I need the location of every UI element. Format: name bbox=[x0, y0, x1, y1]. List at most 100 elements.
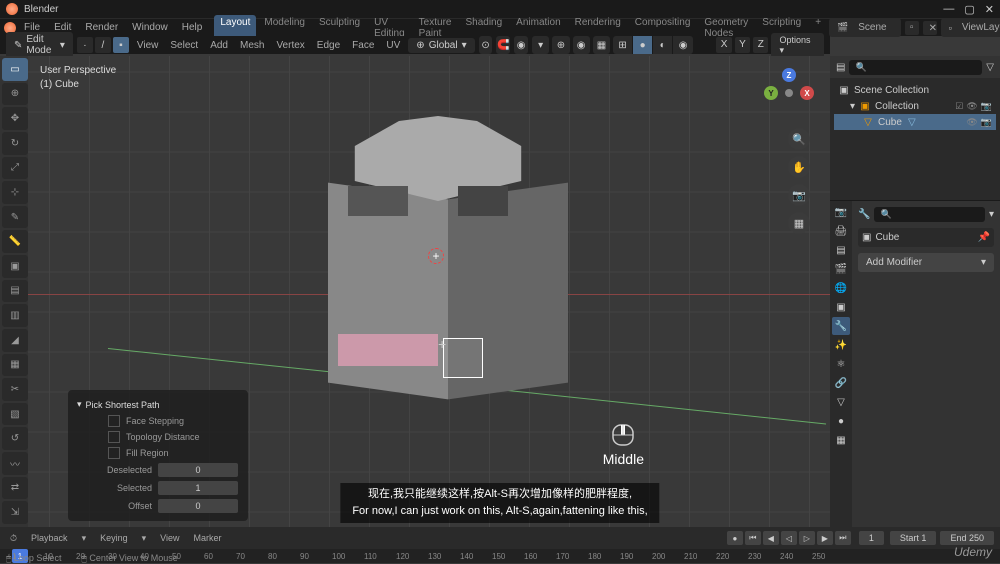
tool-inset[interactable]: ▥ bbox=[2, 304, 28, 327]
tool-spin[interactable]: ↺ bbox=[2, 427, 28, 450]
camera-icon[interactable]: 📷 bbox=[788, 184, 810, 206]
menu-render[interactable]: Render bbox=[79, 20, 124, 35]
coll-hide-icon[interactable]: 👁 bbox=[966, 101, 977, 112]
tl-view[interactable]: View bbox=[156, 531, 183, 545]
proptab-texture[interactable]: ▦ bbox=[832, 431, 850, 449]
xyz-x[interactable]: X bbox=[716, 37, 731, 53]
menu-help[interactable]: Help bbox=[176, 20, 209, 35]
tool-smooth[interactable]: 〰 bbox=[2, 452, 28, 475]
tool-cursor[interactable]: ⊕ bbox=[2, 83, 28, 106]
gizmo-x-icon[interactable]: X bbox=[800, 86, 814, 100]
solid-shading[interactable]: ● bbox=[633, 36, 653, 54]
cube-hide-icon[interactable]: 👁 bbox=[966, 117, 977, 128]
outliner-filter-icon[interactable]: ▽ bbox=[986, 62, 994, 73]
proptab-particle[interactable]: ✨ bbox=[832, 336, 850, 354]
props-editor-icon[interactable]: 🔧 bbox=[858, 209, 870, 220]
vertex-select-mode[interactable]: · bbox=[77, 37, 93, 53]
face-stepping-checkbox[interactable] bbox=[108, 415, 120, 427]
proportional-icon[interactable]: ◉ bbox=[514, 36, 528, 54]
gizmo-y-icon[interactable]: Y bbox=[764, 86, 778, 100]
proptab-constraint[interactable]: 🔗 bbox=[832, 374, 850, 392]
xyz-y[interactable]: Y bbox=[735, 37, 750, 53]
props-search[interactable]: 🔍 bbox=[874, 207, 985, 222]
proptab-output[interactable]: 🖨 bbox=[832, 222, 850, 240]
xyz-z[interactable]: Z bbox=[753, 37, 768, 53]
tl-jump-start-icon[interactable]: ⏮ bbox=[745, 531, 761, 545]
tool-annotate[interactable]: ✎ bbox=[2, 206, 28, 229]
tool-rotate[interactable]: ↻ bbox=[2, 132, 28, 155]
tl-jump-end-icon[interactable]: ⏭ bbox=[835, 531, 851, 545]
topo-dist-checkbox[interactable] bbox=[108, 431, 120, 443]
deselected-value[interactable]: 0 bbox=[158, 463, 238, 477]
proptab-scene[interactable]: 🎬 bbox=[832, 260, 850, 278]
coll-exclude-icon[interactable]: ☑ bbox=[955, 101, 963, 112]
menu-face[interactable]: Face bbox=[348, 38, 378, 53]
frame-current[interactable]: 1 bbox=[859, 531, 884, 545]
props-breadcrumb[interactable]: ▣ Cube📌 bbox=[858, 228, 994, 247]
coll-render-icon[interactable]: 📷 bbox=[981, 101, 992, 112]
persp-icon[interactable]: ▦ bbox=[788, 212, 810, 234]
tool-measure[interactable]: 📏 bbox=[2, 230, 28, 253]
tl-keying[interactable]: Keying bbox=[96, 531, 132, 545]
tool-edgeslide[interactable]: ⇄ bbox=[2, 477, 28, 500]
tool-move[interactable]: ✥ bbox=[2, 107, 28, 130]
scene-browse-icon[interactable]: ▫ bbox=[905, 21, 919, 35]
scene-new-icon[interactable]: ✕ bbox=[923, 21, 937, 35]
menu-view[interactable]: View bbox=[133, 38, 163, 53]
orientation-selector[interactable]: ⊕ Global ▾ bbox=[408, 38, 474, 53]
operator-panel[interactable]: ▾ Pick Shortest Path Face Stepping Topol… bbox=[68, 390, 248, 521]
rendered-shading[interactable]: ◉ bbox=[673, 36, 693, 54]
outliner-editor-icon[interactable]: ▤ bbox=[836, 62, 845, 73]
op-panel-title[interactable]: ▾ Pick Shortest Path bbox=[74, 396, 242, 413]
tool-add-cube[interactable]: ▣ bbox=[2, 255, 28, 278]
timeline-editor-icon[interactable]: ⏱ bbox=[6, 531, 21, 546]
proptab-modifier[interactable]: 🔧 bbox=[832, 317, 850, 335]
tl-autokey-icon[interactable]: ● bbox=[727, 531, 743, 545]
wireframe-shading[interactable]: ⊞ bbox=[613, 36, 633, 54]
edge-select-mode[interactable]: / bbox=[95, 37, 111, 53]
face-select-mode[interactable]: ▪ bbox=[113, 37, 129, 53]
tl-playrev-icon[interactable]: ◁ bbox=[781, 531, 797, 545]
maximize-button[interactable]: ▢ bbox=[964, 3, 974, 16]
timeline-ruler[interactable]: 1 🖱 Loop Select 🖱 Center View to Mouse 1… bbox=[0, 549, 1000, 563]
nav-gizmo[interactable]: Z Y X bbox=[764, 68, 814, 118]
tool-loopcut[interactable]: ▦ bbox=[2, 354, 28, 377]
tool-scale[interactable]: ⤢ bbox=[2, 157, 28, 180]
gizmo-toggle-icon[interactable]: ⊕ bbox=[552, 36, 569, 54]
proptab-object[interactable]: ▣ bbox=[832, 298, 850, 316]
tool-transform[interactable]: ⊹ bbox=[2, 181, 28, 204]
cube-render-icon[interactable]: 📷 bbox=[981, 117, 992, 128]
xray-toggle-icon[interactable]: ▦ bbox=[593, 36, 610, 54]
overlay-toggle-icon[interactable]: ◉ bbox=[573, 36, 590, 54]
options-dropdown[interactable]: Options ▾ bbox=[771, 33, 824, 58]
tool-knife[interactable]: ✂ bbox=[2, 378, 28, 401]
menu-edge[interactable]: Edge bbox=[313, 38, 344, 53]
pan-icon[interactable]: ✋ bbox=[788, 156, 810, 178]
mesh-edit-icon[interactable]: ▾ bbox=[532, 36, 549, 54]
offset-value[interactable]: 0 bbox=[158, 499, 238, 513]
matprev-shading[interactable]: ◐ bbox=[653, 36, 673, 54]
tool-bevel[interactable]: ◢ bbox=[2, 329, 28, 352]
mode-selector[interactable]: ✎ Edit Mode ▾ bbox=[6, 32, 73, 58]
proptab-world[interactable]: 🌐 bbox=[832, 279, 850, 297]
tl-playback[interactable]: Playback bbox=[27, 531, 72, 545]
props-opts-icon[interactable]: ▾ bbox=[989, 209, 994, 220]
zoom-icon[interactable]: 🔍 bbox=[788, 128, 810, 150]
menu-mesh[interactable]: Mesh bbox=[236, 38, 268, 53]
snap-icon[interactable]: 🧲 bbox=[496, 36, 510, 54]
3d-viewport[interactable]: User Perspective (1) Cube + Z Y X 🔍 ✋ 📷 … bbox=[28, 56, 830, 527]
tree-scene-collection[interactable]: ▣Scene Collection bbox=[834, 82, 996, 98]
tool-extrude[interactable]: ▤ bbox=[2, 280, 28, 303]
add-modifier-button[interactable]: Add Modifier▾ bbox=[858, 253, 994, 272]
tree-cube[interactable]: ▽Cube▽👁📷 bbox=[834, 114, 996, 130]
pin-icon[interactable]: 📌 bbox=[978, 232, 990, 243]
tl-play-icon[interactable]: ▷ bbox=[799, 531, 815, 545]
fill-region-checkbox[interactable] bbox=[108, 447, 120, 459]
menu-add[interactable]: Add bbox=[206, 38, 232, 53]
tree-collection[interactable]: ▾▣Collection☑👁📷 bbox=[834, 98, 996, 114]
scene-selector[interactable]: 🎬 Scene bbox=[829, 18, 901, 37]
close-button[interactable]: ✕ bbox=[985, 3, 994, 16]
frame-end[interactable]: End 250 bbox=[940, 531, 994, 545]
pivot-icon[interactable]: ⊙ bbox=[479, 36, 493, 54]
tl-marker[interactable]: Marker bbox=[190, 531, 226, 545]
